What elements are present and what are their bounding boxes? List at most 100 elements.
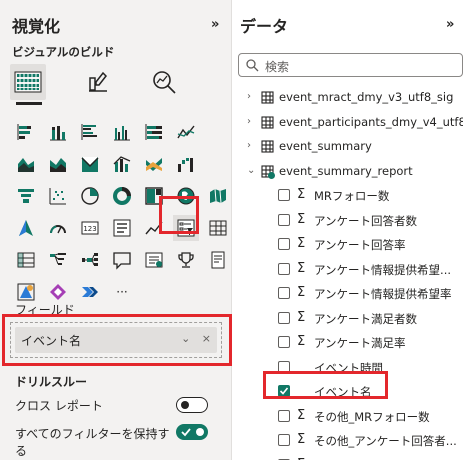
build-visual-heading: ビジュアルのビルド: [12, 45, 115, 59]
data-title: データ: [240, 17, 289, 36]
field-row[interactable]: Σその他_アンケート満足者...: [232, 455, 463, 460]
table-row[interactable]: ⌄ event_summary_report: [232, 161, 463, 183]
table-row[interactable]: › event_participants_dmy_v4_utf8...: [232, 112, 463, 134]
search-icon: [246, 59, 259, 72]
cross-report-toggle[interactable]: [176, 397, 208, 413]
field-row[interactable]: Σ アンケート回答率: [232, 234, 463, 256]
field-row[interactable]: Σ アンケート回答者数: [232, 210, 463, 232]
chevron-right-icon[interactable]: ›: [247, 140, 251, 151]
build-visual-tab[interactable]: [10, 64, 46, 100]
data-pane: データ » 検索 › event_mract_dmy_v3_utf8_sig › ev…: [232, 0, 463, 460]
cross-report-label: クロス レポート: [15, 399, 103, 413]
line-and-clustered-column-icon[interactable]: [109, 151, 135, 177]
multi-row-card-icon[interactable]: [109, 215, 135, 241]
scatter-chart-icon[interactable]: [45, 183, 71, 209]
table-icon: [261, 140, 274, 156]
field-checkbox[interactable]: [278, 238, 290, 250]
table-icon: [261, 164, 275, 181]
format-visual-tab[interactable]: [80, 64, 116, 100]
field-checkbox[interactable]: [278, 287, 290, 299]
clustered-column-chart-icon[interactable]: [109, 119, 135, 145]
field-checkbox[interactable]: [278, 213, 290, 226]
clustered-bar-chart-icon[interactable]: [77, 119, 103, 145]
decomposition-tree-icon[interactable]: [45, 247, 71, 273]
key-influencers-icon[interactable]: [77, 247, 103, 273]
keep-filters-toggle[interactable]: [176, 424, 208, 440]
100-stacked-bar-chart-icon[interactable]: [141, 119, 167, 145]
azure-map-icon[interactable]: [13, 215, 39, 241]
field-checkbox[interactable]: [278, 189, 290, 201]
field-name: アンケート満足率: [314, 336, 406, 350]
field-name: MRフォロー数: [314, 189, 390, 203]
line-chart-icon[interactable]: [173, 119, 199, 145]
table-icon[interactable]: [205, 215, 231, 241]
waterfall-chart-icon[interactable]: [173, 151, 199, 177]
visualizations-pane: 視覚化 » ビジュアルのビルド 123 ··· フィールド イベント名 ⌄ × …: [0, 0, 232, 460]
ribbon-chart-icon[interactable]: [141, 151, 167, 177]
field-checkbox[interactable]: [278, 262, 290, 275]
drillthrough-heading: ドリルスルー: [15, 375, 88, 389]
search-input[interactable]: 検索: [238, 53, 463, 77]
more-visuals-button[interactable]: ···: [109, 279, 135, 305]
in-use-badge: [268, 171, 275, 179]
trophy-icon[interactable]: [173, 247, 199, 273]
field-checkbox[interactable]: [278, 409, 290, 422]
table-name: event_mract_dmy_v3_utf8_sig: [279, 90, 454, 104]
field-row[interactable]: Σ アンケート情報提供希望率: [232, 283, 463, 305]
table-icon: [261, 91, 274, 107]
donut-chart-icon[interactable]: [109, 183, 135, 209]
card-icon[interactable]: 123: [77, 215, 103, 241]
sigma-icon: Σ: [297, 260, 306, 276]
collapse-visualizations-button[interactable]: »: [211, 17, 219, 32]
visualizations-title: 視覚化: [12, 17, 61, 36]
checkmark-icon: [181, 428, 191, 437]
table-row[interactable]: › event_mract_dmy_v3_utf8_sig: [232, 87, 463, 109]
stacked-area-chart-icon[interactable]: [45, 151, 71, 177]
field-row[interactable]: Σ アンケート満足率: [232, 332, 463, 354]
paginated-report-icon[interactable]: [205, 247, 231, 273]
chevron-right-icon[interactable]: ›: [247, 91, 251, 102]
qa-icon[interactable]: [109, 247, 135, 273]
field-name: その他_MRフォロー数: [314, 409, 430, 424]
table-name: event_summary_report: [279, 163, 413, 178]
stacked-column-chart-icon[interactable]: [45, 119, 71, 145]
analytics-tab[interactable]: [146, 64, 182, 100]
gauge-icon[interactable]: [45, 215, 71, 241]
funnel-chart-icon[interactable]: [13, 183, 39, 209]
field-checkbox[interactable]: [278, 336, 290, 348]
field-name: アンケート回答者数: [314, 213, 418, 228]
smart-narrative-icon[interactable]: [141, 247, 167, 273]
table-row[interactable]: › event_summary: [232, 136, 463, 158]
pie-chart-icon[interactable]: [77, 183, 103, 209]
field-checkbox[interactable]: [278, 434, 290, 446]
chevron-down-icon[interactable]: ⌄: [247, 165, 255, 176]
area-chart-icon[interactable]: [13, 151, 39, 177]
viz-mode-tabs: [6, 64, 226, 105]
table-name: event_summary: [279, 139, 372, 153]
field-name: その他_アンケート回答者...: [314, 434, 457, 448]
keep-filters-label: すべてのフィルターを保持す: [15, 427, 170, 441]
chevron-right-icon[interactable]: ›: [247, 116, 251, 127]
search-placeholder: 検索: [265, 60, 290, 74]
sigma-icon: Σ: [297, 457, 305, 460]
field-name: アンケート情報提供希望...: [314, 262, 452, 277]
filled-map-icon[interactable]: [205, 183, 231, 209]
field-name: アンケート満足者数: [314, 311, 418, 326]
field-row[interactable]: Σ その他_アンケート回答者...: [232, 430, 463, 452]
svg-text:123: 123: [83, 225, 96, 233]
format-visual-icon: [89, 71, 107, 92]
sigma-icon: Σ: [297, 187, 306, 202]
field-name: アンケート回答率: [314, 238, 406, 252]
field-row[interactable]: Σ その他_MRフォロー数: [232, 406, 463, 428]
stacked-bar-chart-icon[interactable]: [13, 119, 39, 145]
power-automate-icon[interactable]: [77, 279, 103, 305]
sigma-icon: Σ: [297, 211, 306, 227]
field-row[interactable]: Σ MRフォロー数: [232, 185, 463, 207]
field-checkbox[interactable]: [278, 311, 290, 324]
collapse-data-button[interactable]: »: [446, 17, 454, 32]
line-and-stacked-column-icon[interactable]: [77, 151, 103, 177]
field-row[interactable]: Σ アンケート情報提供希望...: [232, 259, 463, 281]
matrix-icon[interactable]: [13, 247, 39, 273]
active-tab-indicator: [16, 102, 42, 105]
field-row[interactable]: Σ アンケート満足者数: [232, 308, 463, 330]
